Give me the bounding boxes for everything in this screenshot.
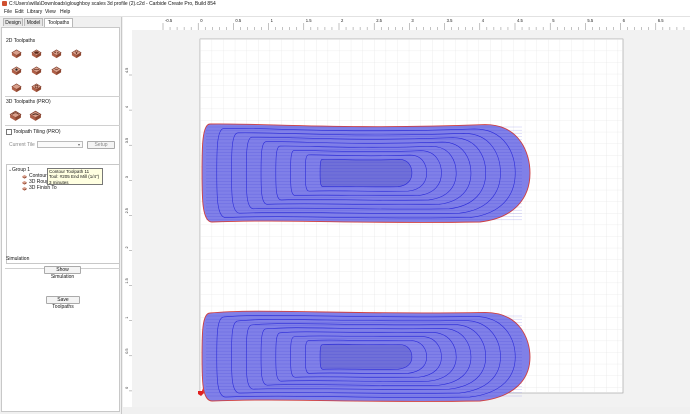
chamfer-toolpath-button[interactable] — [31, 65, 42, 76]
setup-button[interactable]: Setup — [87, 141, 115, 149]
thread-mill-toolpath-button[interactable] — [31, 82, 42, 93]
tab-toolpaths[interactable]: Toolpaths — [44, 18, 73, 27]
ruler-y-label: 0.5 — [125, 349, 129, 354]
vcarve-toolpath-button[interactable] — [71, 48, 82, 59]
ruler-y-label: 2 — [125, 246, 129, 248]
divider — [5, 96, 120, 97]
chevron-down-icon: ▾ — [77, 142, 80, 147]
3d-finish-toolpath-icon — [22, 186, 27, 191]
3d-rough-button[interactable] — [9, 109, 22, 122]
tree-item-3d-finish[interactable]: 3D Finish To — [29, 185, 57, 191]
canvas-svg — [198, 38, 624, 402]
tooltip-time: 3 minutes — [49, 179, 69, 185]
ruler-x-label: 4 — [482, 18, 485, 23]
contour-toolpath-icon — [22, 174, 27, 179]
menu-file[interactable]: File — [4, 9, 12, 15]
texture-toolpath-button[interactable] — [11, 65, 22, 76]
menu-view[interactable]: View — [45, 9, 56, 15]
show-simulation-button[interactable]: Show Simulation — [44, 266, 81, 280]
section-2d-toolpaths: 2D Toolpaths — [6, 38, 36, 44]
ruler-x-label: -0.5 — [165, 18, 173, 23]
current-tile-select[interactable]: ▾ — [37, 141, 83, 148]
3d-rough-toolpath-icon — [22, 180, 27, 185]
left-panel: Design Model Toolpaths 2D Toolpaths 3D T… — [0, 17, 122, 414]
ruler-x-label: 4.5 — [517, 18, 523, 23]
save-toolpaths-button[interactable]: Save Toolpaths — [46, 296, 80, 310]
toolpath-shape-bottom[interactable] — [201, 310, 531, 402]
design-canvas[interactable] — [132, 30, 690, 407]
vertical-ruler-ticks: 4.5 4 3.5 3 2.5 2 1.5 1 0.5 0 — [125, 68, 132, 392]
toolpaths-panel: 2D Toolpaths 3D Toolpaths (PRO) Toolpath… — [1, 27, 120, 412]
pocket-toolpath-button[interactable] — [31, 48, 42, 59]
horizontal-ruler: -0.5 0 0.5 1 1.5 2 2.5 3 3.5 4 4.5 5 5.5 6 6.5 — [123, 17, 690, 31]
menu-library[interactable]: Library — [27, 9, 42, 15]
title-bar: C:\Users\willa\Downloads\gloughboy scale… — [0, 0, 690, 8]
ruler-x-label: 1.5 — [306, 18, 312, 23]
toolpath-tiling-label: Toolpath Tiling (PRO) — [13, 129, 61, 135]
toolpath-tiling-checkbox[interactable] — [6, 129, 12, 135]
horizontal-ruler-ticks: -0.5 0 0.5 1 1.5 2 2.5 3 3.5 4 4.5 5 5.5 6 6.5 — [162, 18, 685, 30]
tab-design[interactable]: Design — [3, 18, 23, 26]
ruler-x-label: 1 — [271, 18, 274, 23]
engrave-toolpath-button[interactable] — [11, 82, 22, 93]
tree-group-1[interactable]: Group 1 — [12, 167, 30, 173]
current-tile-label: Current Tile — [9, 142, 35, 148]
contour-toolpath-button[interactable] — [11, 48, 22, 59]
ruler-y-label: 4.5 — [125, 68, 129, 73]
ruler-x-label: 2 — [341, 18, 344, 23]
section-3d-toolpaths: 3D Toolpaths (PRO) — [6, 99, 51, 105]
ruler-y-label: 3 — [125, 176, 129, 178]
ruler-y-label: 3.5 — [125, 138, 129, 143]
tab-model[interactable]: Model — [24, 18, 43, 26]
ruler-x-label: 0 — [200, 18, 203, 23]
ruler-x-label: 3.5 — [447, 18, 453, 23]
simulation-label: Simulation — [6, 256, 30, 262]
ruler-x-label: 6 — [623, 18, 626, 23]
toolpath-offset — [319, 158, 413, 188]
ruler-x-label: 5.5 — [587, 18, 593, 23]
3d-finish-button[interactable] — [29, 109, 42, 122]
menu-help[interactable]: Help — [60, 9, 70, 15]
ruler-x-label: 3 — [411, 18, 414, 23]
ruler-y-label: 1.5 — [125, 278, 129, 283]
ruler-y-label: 0 — [125, 387, 129, 389]
ruler-y-label: 4 — [125, 106, 129, 108]
menu-bar: File Edit Library View Help — [0, 8, 690, 17]
ruler-y-label: 1 — [125, 317, 129, 319]
toolpath-tooltip: Contour Toolpath 11 Tool: #205 End Mill … — [47, 168, 103, 185]
ruler-y-label: 2.5 — [125, 208, 129, 213]
ruler-x-label: 2.5 — [376, 18, 382, 23]
adaptive-toolpath-button[interactable] — [51, 65, 62, 76]
window-title: C:\Users\willa\Downloads\gloughboy scale… — [9, 1, 216, 7]
ruler-x-label: 5 — [552, 18, 555, 23]
ruler-x-label: 6.5 — [658, 18, 664, 23]
toolpath-shape-top[interactable] — [201, 123, 531, 223]
ruler-x-label: 0.5 — [235, 18, 241, 23]
divider — [5, 125, 120, 126]
drill-toolpath-button[interactable] — [51, 48, 62, 59]
menu-edit[interactable]: Edit — [15, 9, 24, 15]
app-icon — [2, 1, 7, 6]
